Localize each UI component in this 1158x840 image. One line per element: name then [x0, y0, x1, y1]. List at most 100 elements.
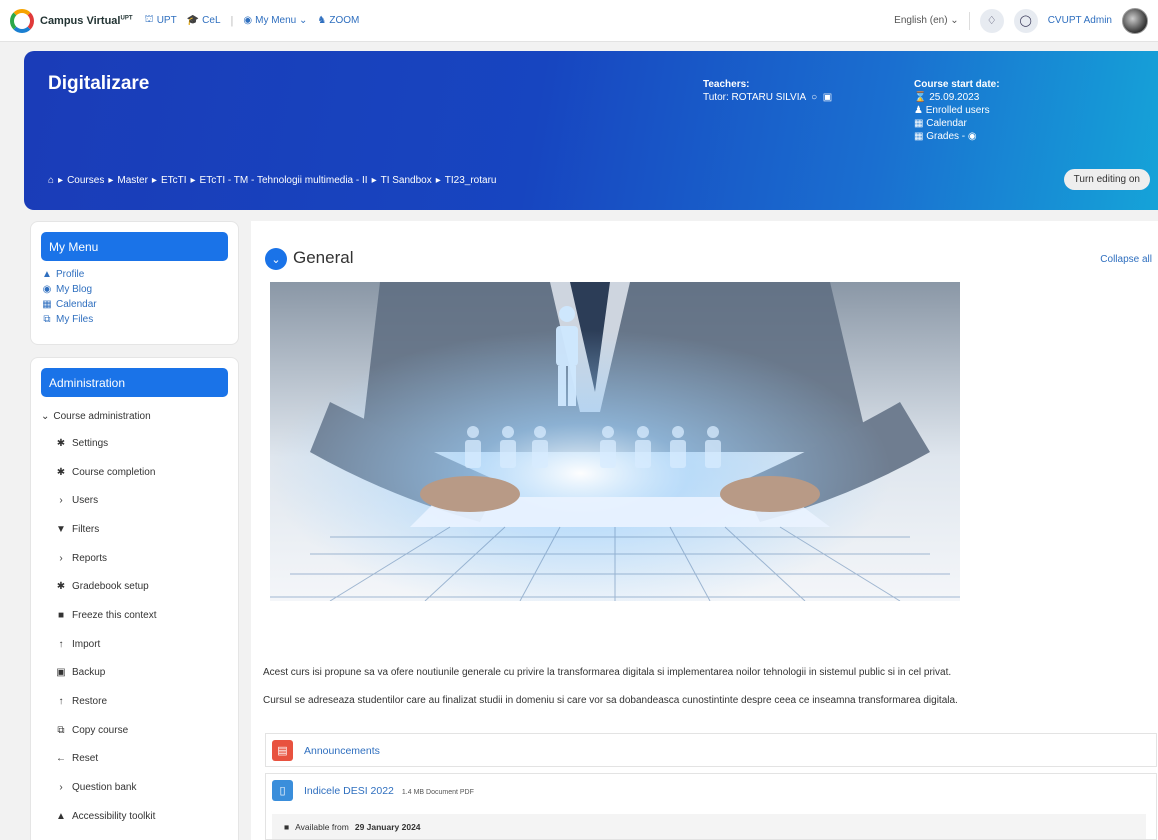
- admin-reports[interactable]: › Reports: [31, 544, 238, 573]
- course-description-paragraph-1: Acest curs isi propune sa va ofere nouti…: [263, 667, 952, 678]
- course-description-paragraph-2: Cursul se adreseaza studentilor care au …: [263, 695, 958, 706]
- messages-chat-icon[interactable]: ◯: [1013, 8, 1038, 33]
- admin-gradebook-setup[interactable]: ✱ Gradebook setup: [31, 572, 238, 601]
- graduation-cap-icon: 🎓: [186, 15, 200, 26]
- activity-link[interactable]: Announcements: [304, 745, 380, 757]
- teachers-heading: Teachers:: [703, 79, 750, 90]
- course-administration-toggle[interactable]: ⌄ Course administration: [31, 403, 238, 429]
- admin-reset[interactable]: ← Reset: [31, 745, 238, 774]
- breadcrumb-course[interactable]: TI23_rotaru: [445, 175, 497, 186]
- nav-separator: |: [230, 14, 234, 27]
- activity-link[interactable]: Indicele DESI 2022 1.4 MB Document PDF: [304, 785, 474, 797]
- breadcrumb-sandbox[interactable]: TI Sandbox: [381, 175, 432, 186]
- breadcrumb-etcti[interactable]: ETcTI: [161, 175, 187, 186]
- breadcrumb-arrow-icon: ▸: [371, 175, 377, 186]
- chevron-down-icon: ⌄: [41, 410, 50, 422]
- admin-course-completion[interactable]: ✱ Course completion: [31, 458, 238, 487]
- course-content: ⌄ General Collapse all Acest curs isi pr…: [251, 221, 1158, 840]
- admin-restore[interactable]: ↑ Restore: [31, 687, 238, 716]
- my-menu-blog[interactable]: ◉ My Blog: [31, 282, 238, 297]
- course-start-info: Course start date: ⌛ 25.09.2023 ♟ Enroll…: [914, 78, 1000, 143]
- file-archive-icon: ▣: [56, 667, 66, 679]
- course-header-banner: Digitalizare Teachers: Tutor: ROTARU SIL…: [24, 51, 1158, 210]
- binoculars-icon: ◉: [243, 15, 253, 26]
- start-date-heading: Course start date:: [914, 79, 1000, 90]
- campus-logo-icon[interactable]: [10, 8, 34, 33]
- chart-area-icon: ▲: [56, 810, 66, 822]
- copy-icon: ⧉: [43, 314, 51, 325]
- file-icon: ▯: [272, 780, 293, 801]
- nav-zoom[interactable]: ♞ ZOOM: [317, 15, 359, 26]
- language-selector[interactable]: English (en) ⌄: [894, 15, 959, 26]
- arrow-left-icon: ←: [56, 753, 66, 765]
- users-icon: ♟: [914, 105, 926, 116]
- user-menu-name[interactable]: CVUPT Admin: [1048, 15, 1112, 26]
- my-menu-files[interactable]: ⧉ My Files: [31, 312, 238, 327]
- upload-icon: ↑: [58, 638, 64, 650]
- digital-transformation-illustration: [270, 282, 960, 601]
- breadcrumb: ⌂ ▸ Courses ▸ Master ▸ ETcTI ▸ ETcTI - T…: [48, 175, 496, 186]
- breadcrumb-master[interactable]: Master: [117, 175, 148, 186]
- enrolled-users-link[interactable]: ♟ Enrolled users: [914, 104, 1000, 117]
- brand-name[interactable]: Campus VirtualUPT: [40, 15, 133, 27]
- lock-icon: ■: [284, 821, 290, 832]
- administration-heading: Administration: [41, 368, 228, 397]
- tutor-link[interactable]: Tutor: ROTARU SILVIA: [703, 92, 806, 103]
- breadcrumb-course-category[interactable]: ETcTI - TM - Tehnologii multimedia - II: [200, 175, 368, 186]
- table-icon: ▦: [914, 131, 927, 142]
- top-navbar: Campus VirtualUPT ⛫ UPT 🎓 CeL | ◉ My Menu ⌄…: [0, 0, 1158, 42]
- breadcrumb-arrow-icon: ▸: [58, 175, 64, 186]
- section-collapse-chevron-icon[interactable]: ⌄: [265, 248, 287, 270]
- my-menu-profile[interactable]: ▲ Profile: [31, 267, 238, 282]
- turn-editing-on-button[interactable]: Turn editing on: [1063, 169, 1150, 190]
- gear-icon: ✱: [56, 581, 66, 593]
- admin-question-bank[interactable]: › Question bank: [31, 773, 238, 802]
- admin-accessibility-toolkit[interactable]: ▲ Accessibility toolkit: [31, 802, 238, 831]
- my-menu-heading: My Menu: [41, 232, 228, 261]
- chat-icon[interactable]: ○: [808, 92, 817, 103]
- file-meta: 1.4 MB Document PDF: [401, 789, 474, 796]
- copy-icon: ⧉: [57, 724, 65, 736]
- my-menu-calendar[interactable]: ▦ Calendar: [31, 297, 238, 312]
- section-title: General: [293, 248, 354, 267]
- nav-link-cel[interactable]: 🎓 CeL: [187, 15, 221, 26]
- lock-icon: ■: [57, 609, 65, 621]
- breadcrumb-courses[interactable]: Courses: [67, 175, 104, 186]
- bank-icon: ⛫: [144, 14, 154, 25]
- calendar-icon: ▦: [914, 118, 927, 129]
- avatar[interactable]: [1122, 7, 1148, 34]
- admin-users[interactable]: › Users: [31, 486, 238, 515]
- gear-icon: ✱: [56, 437, 66, 449]
- administration-block: Administration ⌄ Course administration ✱ S…: [30, 357, 239, 840]
- admin-copy-course[interactable]: ⧉ Copy course: [31, 716, 238, 745]
- grades-link[interactable]: ▦ Grades - ◉: [914, 130, 1000, 143]
- breadcrumb-arrow-icon: ▸: [190, 175, 196, 186]
- admin-import[interactable]: ↑ Import: [31, 630, 238, 659]
- activity-announcements[interactable]: ▤ Announcements: [265, 733, 1157, 767]
- breadcrumb-arrow-icon: ▸: [108, 175, 114, 186]
- filter-icon: ▼: [56, 523, 66, 535]
- nav-my-menu[interactable]: ◉ My Menu ⌄: [243, 15, 307, 26]
- collapse-all-link[interactable]: Collapse all: [1100, 254, 1152, 265]
- chevron-right-icon: ›: [59, 495, 63, 507]
- forum-icon: ▤: [272, 740, 293, 761]
- admin-backup[interactable]: ▣ Backup: [31, 659, 238, 688]
- home-icon[interactable]: ⌂: [48, 175, 54, 186]
- admin-settings[interactable]: ✱ Settings: [31, 429, 238, 458]
- globe-icon: ◉: [42, 284, 52, 295]
- calendar-icon: ▦: [42, 299, 52, 310]
- calendar-link[interactable]: ▦ Calendar: [914, 117, 1000, 130]
- course-banner-image: [270, 282, 960, 601]
- notifications-bell-icon[interactable]: ♢: [979, 8, 1004, 33]
- admin-freeze-context[interactable]: ■ Freeze this context: [31, 601, 238, 630]
- page-title: Digitalizare: [48, 73, 150, 94]
- divider: [968, 11, 970, 30]
- admin-filters[interactable]: ▼ Filters: [31, 515, 238, 544]
- availability-restriction: ■ Available from 29 January 2024: [272, 814, 1146, 839]
- activity-indicele-desi[interactable]: ▯ Indicele DESI 2022 1.4 MB Document PDF …: [265, 773, 1157, 840]
- contact-card-icon[interactable]: ▣: [820, 92, 832, 103]
- breadcrumb-arrow-icon: ▸: [435, 175, 441, 186]
- teachers-info: Teachers: Tutor: ROTARU SILVIA ○ ▣: [703, 78, 832, 104]
- nav-link-upt[interactable]: ⛫ UPT: [145, 14, 177, 27]
- breadcrumb-arrow-icon: ▸: [151, 175, 157, 186]
